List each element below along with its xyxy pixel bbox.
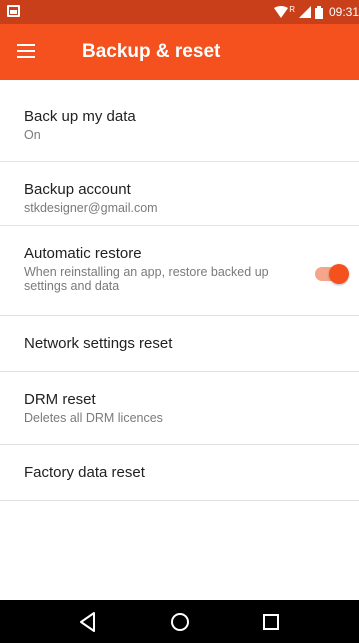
- back-up-my-data-item[interactable]: Back up my data On: [0, 80, 359, 162]
- notification-icon: [7, 5, 20, 17]
- back-icon[interactable]: [74, 608, 102, 636]
- item-summary: When reinstalling an app, restore backed…: [24, 265, 269, 293]
- drm-reset-item[interactable]: DRM reset Deletes all DRM licences: [0, 372, 359, 445]
- cell-signal-icon: [298, 6, 311, 18]
- item-title: Back up my data: [24, 108, 136, 125]
- status-bar-right: R 09:31: [274, 0, 359, 24]
- navigation-bar: [0, 600, 359, 643]
- status-bar: R 09:31: [0, 0, 359, 24]
- network-type-label: R: [289, 4, 295, 14]
- app-bar: Backup & reset: [0, 24, 359, 80]
- settings-list: Back up my data On Backup account stkdes…: [0, 80, 359, 501]
- automatic-restore-item[interactable]: Automatic restore When reinstalling an a…: [0, 226, 359, 316]
- item-title: Network settings reset: [24, 335, 173, 352]
- item-title: Backup account: [24, 181, 131, 198]
- status-time: 09:31: [328, 5, 359, 19]
- home-icon[interactable]: [166, 608, 194, 636]
- item-title: Factory data reset: [24, 464, 145, 481]
- hamburger-menu-icon[interactable]: [17, 44, 35, 58]
- battery-icon: [314, 5, 323, 19]
- item-summary: stkdesigner@gmail.com: [24, 201, 158, 215]
- page-title: Backup & reset: [82, 41, 221, 62]
- backup-account-item[interactable]: Backup account stkdesigner@gmail.com: [0, 162, 359, 226]
- toggle-thumb: [329, 264, 349, 284]
- recents-icon[interactable]: [257, 608, 285, 636]
- item-title: DRM reset: [24, 391, 96, 408]
- item-title: Automatic restore: [24, 245, 142, 262]
- wifi-icon: [274, 6, 289, 18]
- item-summary: Deletes all DRM licences: [24, 411, 163, 425]
- network-settings-reset-item[interactable]: Network settings reset: [0, 316, 359, 372]
- factory-data-reset-item[interactable]: Factory data reset: [0, 445, 359, 501]
- automatic-restore-toggle[interactable]: [313, 264, 349, 284]
- item-summary: On: [24, 128, 41, 142]
